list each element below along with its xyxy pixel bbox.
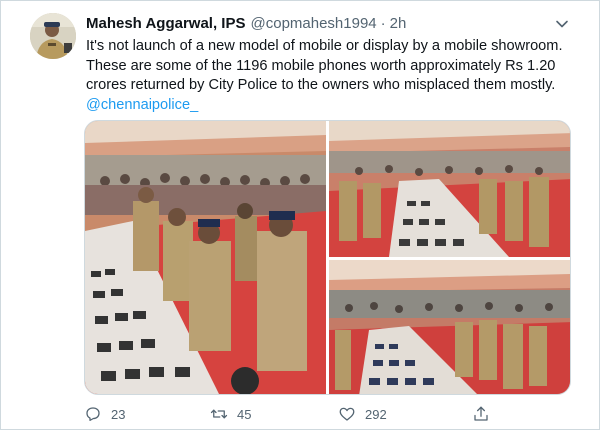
tweet-text-line: These are some of the 1196 mobile phones… — [86, 57, 556, 74]
like-icon — [339, 407, 355, 421]
reply-button[interactable]: 23 — [84, 402, 125, 426]
tweet-text: It's not launch of a new model of mobile… — [86, 37, 566, 115]
like-count: 292 — [365, 406, 387, 422]
media-grid — [84, 120, 571, 395]
author-handle[interactable]: @copmahesh1994 — [251, 15, 377, 32]
retweet-button[interactable]: 45 — [210, 402, 251, 426]
avatar[interactable] — [30, 13, 76, 59]
reply-icon — [86, 407, 100, 422]
action-bar: 23 45 292 — [84, 402, 564, 426]
timestamp[interactable]: 2h — [390, 15, 407, 32]
retweet-count: 45 — [237, 406, 252, 422]
photo-phone-display-tables[interactable] — [329, 121, 570, 257]
photo-police-inspecting-phones[interactable] — [85, 121, 326, 394]
share-icon — [474, 406, 488, 421]
tweet-header: Mahesh Aggarwal, IPS @copmahesh1994 · 2h — [86, 15, 406, 35]
author-name[interactable]: Mahesh Aggarwal, IPS — [86, 15, 246, 32]
share-button[interactable] — [472, 402, 499, 426]
mention-link[interactable]: @chennaipolice_ — [86, 96, 566, 116]
separator-dot: · — [380, 15, 386, 32]
retweet-icon — [210, 409, 228, 419]
chevron-down-icon[interactable] — [552, 14, 572, 34]
photo-police-with-phones[interactable] — [329, 260, 570, 394]
reply-count: 23 — [111, 406, 126, 422]
tweet-text-line: It's not launch of a new model of mobile… — [86, 38, 563, 54]
like-button[interactable]: 292 — [338, 402, 387, 426]
tweet-text-line: crores returned by City Police to the ow… — [86, 77, 556, 93]
